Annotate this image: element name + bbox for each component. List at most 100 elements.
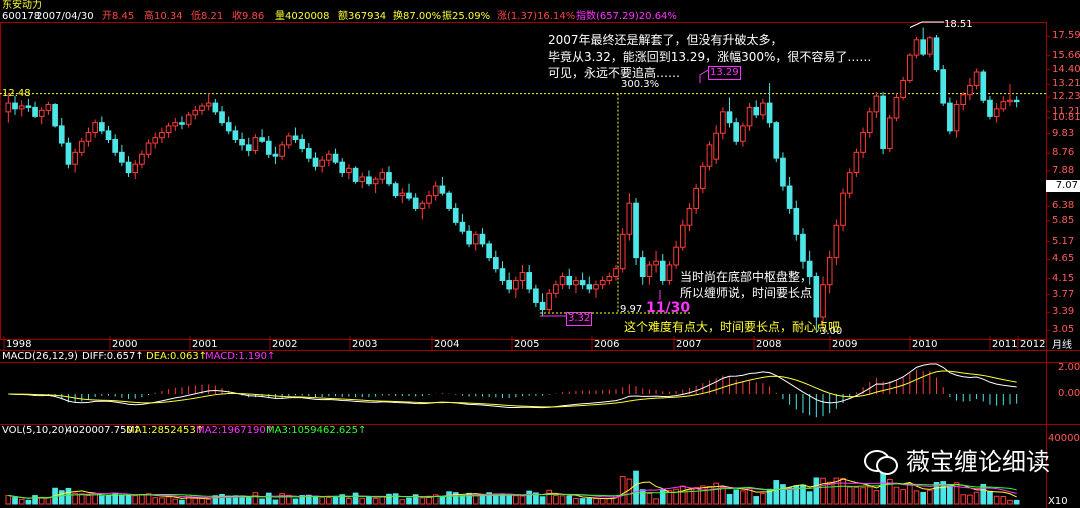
volume-bar (205, 498, 212, 505)
candle-body (639, 257, 646, 278)
year-tick: 1998 (6, 339, 32, 350)
candle-body (693, 187, 699, 209)
candle-body (18, 105, 25, 110)
candle-body (760, 102, 766, 116)
year-tick: 2000 (112, 339, 138, 350)
candle-body (439, 185, 446, 194)
candle-body (379, 172, 386, 180)
candle-body (953, 104, 960, 132)
volume-bar (25, 499, 32, 505)
candle-body (199, 105, 205, 111)
volume-bar (199, 497, 205, 505)
candle-body (52, 104, 58, 127)
price-panel-frame (0, 22, 1047, 340)
candle-body (72, 151, 78, 165)
candle-body (673, 246, 679, 266)
volume-bar (446, 491, 452, 505)
year-tick: 2002 (272, 339, 298, 350)
volume-bar (32, 495, 38, 505)
volume-bar (172, 498, 179, 505)
macd-diff: DIFF:0.657↑ (82, 351, 144, 362)
candle-body (466, 230, 472, 245)
volume-bar (399, 499, 406, 505)
macd-axis-0: 0.00 (1058, 388, 1080, 399)
year-tick: 2009 (832, 339, 858, 350)
candle-body (633, 202, 639, 259)
candle-body (272, 153, 279, 157)
volume-bar (132, 495, 139, 505)
candle-body (613, 268, 619, 278)
vol-ma2: MA2:1967190↑ (196, 425, 275, 436)
candle-body (125, 161, 132, 174)
candle-body (105, 130, 112, 140)
price-tick: 13.21 (1052, 78, 1080, 90)
candle-body (452, 207, 459, 223)
volume-bar (826, 481, 833, 505)
price-tick: 14.40 (1052, 63, 1080, 75)
candle-body (312, 157, 319, 167)
macd-value: MACD:1.190↑ (205, 351, 276, 362)
peak-label: 18.51 (944, 19, 973, 30)
candle-body (332, 153, 339, 163)
annotation-bottom: 这个难度有点大，时间要长点，耐心点吧 (624, 320, 841, 334)
candle-body (873, 95, 880, 113)
volume-bar (526, 490, 533, 505)
volume-bar (519, 495, 526, 505)
candle-body (539, 301, 546, 311)
candle-body (913, 39, 920, 56)
candle-body (392, 183, 399, 197)
candle-body (486, 243, 492, 259)
candle-body (967, 85, 973, 96)
volume-bar (419, 497, 426, 505)
candle-body (846, 172, 853, 194)
candle-body (559, 276, 566, 286)
candle-body (305, 148, 312, 159)
year-tick: 2006 (594, 339, 620, 350)
volume-bar (913, 490, 920, 505)
volume-bar (953, 482, 960, 505)
volume-bar (866, 486, 873, 505)
annotation-middle-1: 当时尚在底部中枢盘整， (680, 270, 813, 284)
candle-body (139, 153, 145, 165)
volume-bar (633, 470, 639, 505)
macd-axis-2: 2.00 (1058, 362, 1080, 373)
year-tick: 2004 (434, 339, 460, 350)
price-tick: 8.76 (1052, 147, 1075, 159)
volume-bar (372, 497, 379, 505)
candle-body (239, 138, 245, 146)
candle-body (860, 132, 866, 153)
base-2006-label: 9.97 (620, 304, 643, 315)
volume-bar (98, 495, 105, 505)
volume-bar (539, 496, 546, 505)
volume-bar (906, 483, 913, 505)
vol-ma3: MA3:1059462.625↑ (266, 425, 367, 436)
volume-bar (806, 491, 813, 505)
current-price: 7.07 (1055, 180, 1078, 191)
candle-body (78, 140, 85, 153)
candle-body (713, 132, 720, 160)
volume-bar (65, 487, 72, 505)
volume-bar (673, 488, 679, 505)
candle-body (346, 167, 352, 174)
candle-body (546, 292, 553, 311)
vol-axis-top: 400000 (1048, 433, 1080, 444)
candle-body (880, 95, 886, 150)
candle-body (479, 233, 486, 245)
candle-body (699, 165, 706, 189)
volume-bar (626, 478, 633, 505)
candle-body (940, 69, 947, 104)
volume-bar (78, 493, 85, 505)
candle-body (179, 122, 185, 125)
volume-bar (653, 498, 659, 505)
candle-body (820, 284, 826, 318)
candle-body (446, 192, 452, 209)
high-pointer (699, 69, 709, 84)
price-tick: 4.15 (1052, 272, 1075, 284)
volume-bar (546, 489, 553, 505)
candle-body (212, 102, 219, 113)
price-tick: 12.23 (1052, 91, 1080, 103)
volume-bar (252, 492, 259, 505)
candle-body (1007, 99, 1013, 103)
candle-body (339, 161, 346, 174)
vol-ma1: MA1:2852453↑ (126, 425, 205, 436)
